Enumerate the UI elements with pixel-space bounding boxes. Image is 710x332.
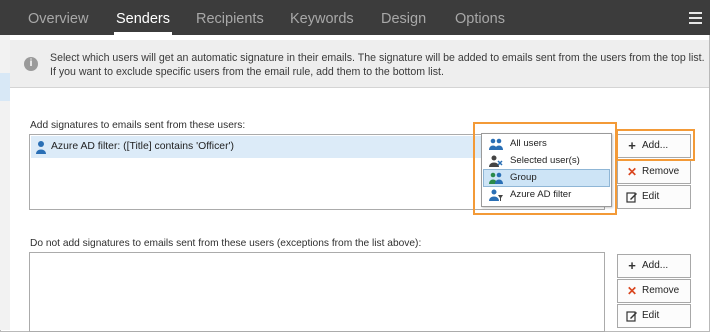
exclude-add-label: Add...	[642, 260, 669, 271]
info-banner: i Select which users will get an automat…	[10, 40, 709, 88]
user-icon	[36, 141, 46, 154]
edit-icon	[626, 186, 638, 212]
include-section-label: Add signatures to emails sent from these…	[30, 120, 246, 131]
include-remove-button[interactable]: ✕ Remove	[617, 160, 691, 184]
exclude-remove-button[interactable]: ✕ Remove	[617, 279, 691, 303]
tab-keywords[interactable]: Keywords	[290, 0, 354, 35]
include-remove-label: Remove	[642, 166, 680, 177]
plus-icon: +	[628, 258, 636, 273]
top-nav: Overview Senders Recipients Keywords Des…	[0, 0, 710, 35]
remove-x-icon: ✕	[626, 165, 638, 179]
exclude-edit-button[interactable]: Edit	[617, 304, 691, 328]
menu-icon[interactable]	[689, 12, 702, 24]
tab-options[interactable]: Options	[455, 0, 505, 35]
tab-recipients[interactable]: Recipients	[196, 0, 264, 35]
tab-senders[interactable]: Senders	[113, 0, 173, 35]
left-sidebar-marker	[0, 73, 10, 101]
exclude-section-label: Do not add signatures to emails sent fro…	[30, 238, 422, 249]
dropdown-highlight-box	[473, 122, 617, 215]
include-edit-label: Edit	[642, 191, 660, 202]
tab-overview[interactable]: Overview	[28, 0, 88, 35]
exclude-edit-label: Edit	[642, 310, 660, 321]
exclude-users-list[interactable]	[29, 252, 605, 332]
list-item-label: Azure AD filter: ([Title] contains 'Offi…	[51, 141, 234, 152]
info-icon: i	[24, 57, 38, 71]
add-button-highlight-box	[616, 129, 695, 161]
remove-x-icon: ✕	[626, 284, 638, 298]
edit-icon	[626, 305, 638, 331]
exclude-add-button[interactable]: + Add...	[617, 254, 691, 278]
exclude-remove-label: Remove	[642, 285, 680, 296]
include-edit-button[interactable]: Edit	[617, 185, 691, 209]
tab-design[interactable]: Design	[381, 0, 426, 35]
info-text: Select which users will get an automatic…	[50, 52, 705, 78]
